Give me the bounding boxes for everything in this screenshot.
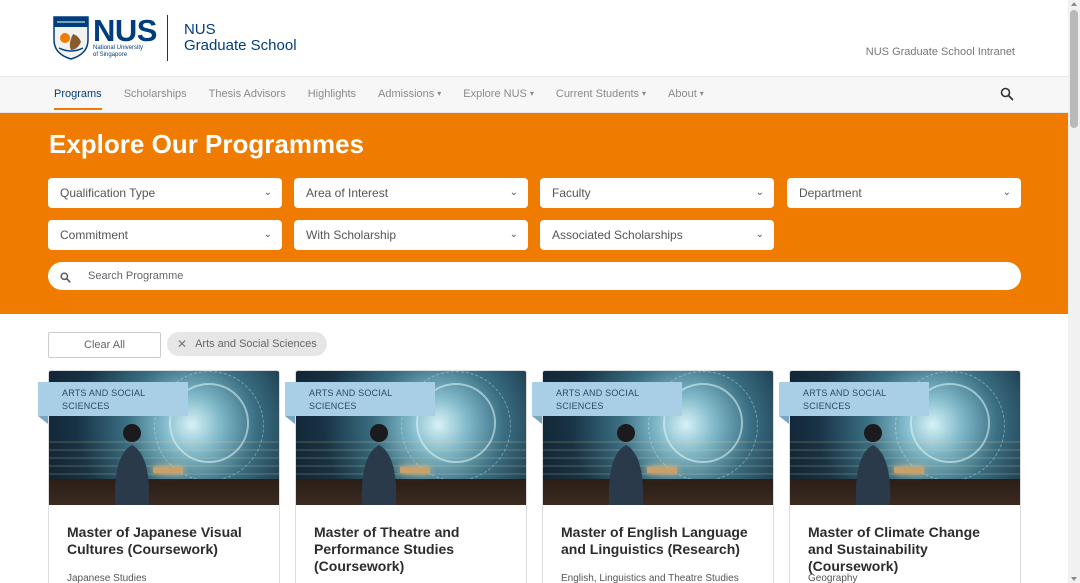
area-of-interest-select[interactable]: Area of Interest ⌄ [294, 178, 528, 208]
logo-divider [166, 15, 168, 61]
nav-item-admissions[interactable]: Admissions ▾ [378, 77, 441, 113]
programme-explorer: Explore Our Programmes Qualification Typ… [0, 113, 1068, 314]
nav-item-thesis-advisors[interactable]: Thesis Advisors [209, 77, 286, 113]
nus-subtitle-line1: National University [93, 45, 144, 51]
select-label: Associated Scholarships [552, 228, 683, 242]
associated-scholarships-select[interactable]: Associated Scholarships ⌄ [540, 220, 774, 250]
site-title-line1: NUS [183, 21, 216, 38]
nav-label: Current Students [555, 88, 640, 100]
select-label: With Scholarship [306, 228, 397, 242]
nav-item-current-students[interactable]: Current Students ▾ [556, 77, 646, 113]
nav-label: Thesis Advisors [208, 88, 286, 100]
chevron-down-icon: ⌄ [263, 229, 272, 240]
page-title: Explore Our Programmes [49, 129, 364, 159]
nus-subtitle-line2: of Singapore [93, 52, 128, 58]
select-label: Faculty [552, 186, 591, 200]
nav-item-explore-nus[interactable]: Explore NUS ▾ [463, 77, 534, 113]
nav-item-programs[interactable]: Programs [54, 77, 102, 113]
nav-item-about[interactable]: About ▾ [668, 77, 704, 113]
nav-label: Scholarships [123, 88, 187, 100]
site-title[interactable]: NUS Graduate School [184, 22, 297, 54]
programme-title: Master of English Language and Linguisti… [561, 524, 748, 557]
scrollbar-thumb[interactable] [1070, 10, 1078, 128]
category-tag: ARTS AND SOCIAL SCIENCES [285, 382, 435, 424]
commitment-select[interactable]: Commitment ⌄ [48, 220, 282, 250]
select-label: Department [799, 186, 862, 200]
caret-down-icon: ▾ [642, 89, 647, 98]
chevron-down-icon: ⌄ [1002, 187, 1011, 198]
nus-crest-icon [53, 16, 89, 60]
programme-department: Japanese Studies [67, 573, 147, 583]
nav-label: Explore NUS [463, 88, 527, 100]
tag-line: ARTS AND SOCIAL [803, 388, 887, 398]
programme-title: Master of Climate Change and Sustainabil… [808, 524, 980, 574]
programme-department: Geography [808, 573, 858, 583]
with-scholarship-select[interactable]: With Scholarship ⌄ [294, 220, 528, 250]
programme-title: Master of Theatre and Performance Studie… [314, 524, 460, 574]
chevron-down-icon: ⌄ [755, 229, 764, 240]
scroll-up-arrow-icon[interactable] [1071, 2, 1077, 6]
select-label: Area of Interest [306, 186, 389, 200]
caret-down-icon: ▾ [699, 89, 704, 98]
search-programme-input[interactable] [88, 262, 988, 290]
nav-label: Admissions [378, 88, 435, 100]
select-label: Qualification Type [60, 186, 156, 200]
category-tag: ARTS AND SOCIAL SCIENCES [532, 382, 682, 424]
search-icon [60, 270, 71, 288]
department-select[interactable]: Department ⌄ [787, 178, 1021, 208]
select-label: Commitment [60, 228, 129, 242]
main-nav: Programs Scholarships Thesis Advisors Hi… [0, 76, 1068, 113]
nus-logo[interactable]: NUS National University of Singapore NUS… [53, 14, 297, 62]
programme-title: Master of Japanese Visual Cultures (Cour… [67, 524, 242, 557]
close-icon[interactable]: ✕ [177, 332, 187, 356]
chevron-down-icon: ⌄ [509, 187, 518, 198]
tag-line: ARTS AND SOCIAL [309, 388, 393, 398]
page-scrollbar[interactable] [1068, 0, 1080, 583]
tag-line: SCIENCES [803, 401, 851, 411]
programme-search [48, 262, 1021, 290]
site-header: NUS National University of Singapore NUS… [0, 0, 1068, 76]
clear-all-button[interactable]: Clear All [48, 332, 161, 358]
nus-wordmark: NUS [93, 13, 157, 48]
chip-label: Arts and Social Sciences [195, 338, 317, 350]
chevron-down-icon: ⌄ [755, 187, 764, 198]
nav-label: Highlights [307, 88, 357, 100]
filter-chip-arts-social-sciences[interactable]: ✕ Arts and Social Sciences [167, 332, 327, 356]
site-title-line2: Graduate School [183, 37, 297, 54]
programme-department: English, Linguistics and Theatre Studies [561, 573, 739, 583]
tag-line: ARTS AND SOCIAL [556, 388, 640, 398]
chevron-down-icon: ⌄ [509, 229, 518, 240]
nav-label: Programs [54, 88, 102, 100]
tag-line: SCIENCES [556, 401, 604, 411]
tag-line: SCIENCES [62, 401, 110, 411]
chevron-down-icon: ⌄ [263, 187, 272, 198]
category-tag: ARTS AND SOCIAL SCIENCES [38, 382, 188, 424]
intranet-link[interactable]: NUS Graduate School Intranet [866, 46, 1015, 58]
caret-down-icon: ▾ [529, 89, 534, 98]
nav-item-highlights[interactable]: Highlights [308, 77, 356, 113]
faculty-select[interactable]: Faculty ⌄ [540, 178, 774, 208]
nav-item-scholarships[interactable]: Scholarships [124, 77, 187, 113]
tag-line: SCIENCES [309, 401, 357, 411]
nav-label: About [668, 88, 697, 100]
category-tag: ARTS AND SOCIAL SCIENCES [779, 382, 929, 424]
caret-down-icon: ▾ [437, 89, 442, 98]
search-icon[interactable] [1000, 87, 1014, 101]
scroll-down-arrow-icon[interactable] [1071, 577, 1077, 581]
qualification-type-select[interactable]: Qualification Type ⌄ [48, 178, 282, 208]
tag-line: ARTS AND SOCIAL [62, 388, 146, 398]
